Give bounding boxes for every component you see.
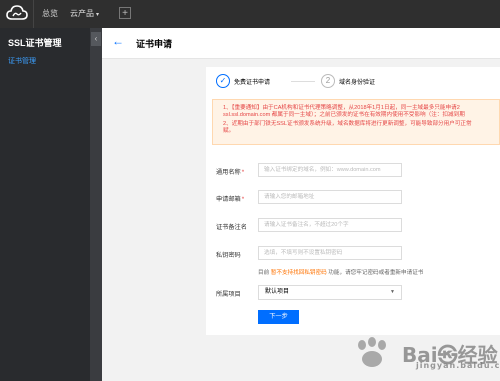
password-hint: 目前 暂不支持找回私钥密码 功能，请您牢记密码或者重新申请证书	[258, 268, 423, 276]
domain-input[interactable]: 输入证书绑定的域名，例如：www.domain.com	[258, 163, 402, 177]
collapse-sidebar-button[interactable]: ‹	[91, 32, 101, 46]
sidebar-title: SSL证书管理	[8, 38, 62, 48]
notice-line-3: 2、近期由于部门铁无SSL证书颁发系统升级，域名数据库将进行更新调整，可能导致部…	[223, 121, 472, 127]
application-form-card: ✓ 免费证书申请 2 域名身份验证 1、【重要通知】由于CA机构和证书代理策略调…	[206, 67, 500, 335]
remark-input[interactable]: 请输入证书备注名，不超过20个字	[258, 218, 402, 232]
top-navigation-bar: 总览 云产品 ▾ +	[0, 0, 500, 28]
notice-line-2: ssl.ssl.domain.com 都属于同一主域）；之前已颁发的证书在有效期…	[223, 112, 465, 118]
nav-cloud-products-label: 云产品	[70, 9, 94, 18]
step-2-number: 2	[321, 74, 335, 88]
cloud-logo-icon[interactable]	[6, 5, 28, 23]
add-shortcut-button[interactable]: +	[119, 7, 131, 19]
project-select[interactable]: 默认项目 ▼	[258, 285, 402, 300]
page-header: ← 证书申请	[102, 28, 500, 59]
email-label: 申请邮箱*	[216, 194, 244, 203]
sidebar-collapse-rail: ‹	[90, 28, 102, 381]
email-label-text: 申请邮箱	[216, 196, 241, 203]
nav-overview[interactable]: 总览	[42, 8, 58, 19]
watermark-url: jingyan.baidu.com	[416, 361, 500, 370]
project-select-value: 默认项目	[265, 289, 290, 295]
private-key-password-label: 私钥密码	[216, 252, 241, 259]
required-mark: *	[241, 169, 245, 176]
nav-cloud-products[interactable]: 云产品 ▾	[70, 8, 99, 19]
topbar-divider	[33, 0, 34, 28]
dropdown-caret-icon: ▼	[390, 289, 395, 295]
next-step-button[interactable]: 下一步	[258, 310, 299, 324]
hint-suffix: 功能，请您牢记密码或者重新申请证书	[328, 270, 424, 276]
notice-line-1: 1、【重要通知】由于CA机构和证书代理策略调整，从2018年1月1日起，同一主域…	[223, 105, 460, 111]
sidebar: SSL证书管理 证书管理	[0, 28, 90, 381]
step-2-label: 域名身份验证	[339, 80, 376, 86]
step-1-label: 免费证书申请	[234, 80, 271, 86]
watermark: Bai㉿经验 jingyan.baidu.com	[352, 335, 500, 375]
hint-prefix: 目前	[258, 270, 270, 276]
page-title: 证书申请	[136, 39, 173, 49]
hint-link[interactable]: 暂不支持找回私钥密码	[271, 270, 327, 276]
domain-label-text: 通用名称	[216, 169, 241, 176]
sidebar-item-certificate-management[interactable]: 证书管理	[8, 56, 36, 66]
email-input[interactable]: 请输入您的邮箱地址	[258, 190, 402, 204]
remark-label: 证书备注名	[216, 224, 247, 231]
required-mark: *	[241, 196, 245, 203]
step-connector	[291, 81, 315, 82]
important-notice: 1、【重要通知】由于CA机构和证书代理策略调整，从2018年1月1日起，同一主域…	[212, 99, 500, 145]
domain-label: 通用名称*	[216, 167, 244, 176]
caret-down-icon: ▾	[96, 12, 100, 18]
back-arrow-icon[interactable]: ←	[112, 34, 124, 48]
step-1-check-icon: ✓	[216, 74, 230, 88]
baidu-paw-logo	[358, 337, 386, 367]
project-label: 所属项目	[216, 291, 241, 298]
step-indicator: ✓ 免费证书申请 2 域名身份验证	[216, 74, 496, 92]
notice-line-4: 赋。	[223, 128, 235, 134]
private-key-password-input[interactable]: 选填，不填写则不设置私钥密码	[258, 246, 402, 260]
